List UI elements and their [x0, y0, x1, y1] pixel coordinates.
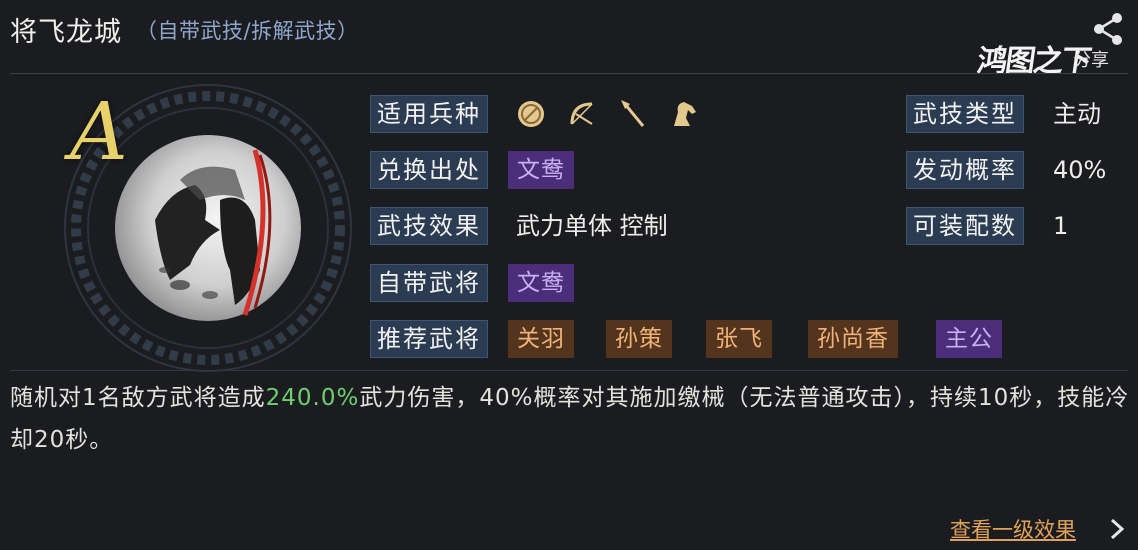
skill-title: 将飞龙城 — [10, 17, 122, 48]
skill-subtitle: （自带武技/拆解武技） — [136, 19, 359, 43]
trigger-rate-label: 发动概率 — [906, 151, 1024, 189]
own-general-chip[interactable]: 文鸯 — [508, 264, 574, 302]
recommend-general-chip[interactable]: 张飞 — [706, 320, 772, 358]
skill-type-label: 武技类型 — [906, 95, 1024, 133]
section-divider — [10, 370, 1128, 371]
damage-highlight: 240.0% — [265, 385, 360, 411]
recommend-general-chip[interactable]: 孙策 — [606, 320, 672, 358]
horse-icon — [674, 102, 696, 126]
view-level1-effect-link[interactable]: 查看一级效果 — [950, 514, 1076, 544]
skill-grade: A — [70, 85, 128, 178]
effect-value: 武力单体 控制 — [516, 212, 668, 240]
source-general-chip[interactable]: 文鸯 — [508, 151, 574, 189]
skill-description: 随机对1名敌方武将造成240.0%武力伤害，40%概率对其施加缴械（无法普通攻击… — [10, 377, 1130, 461]
skill-type-value: 主动 — [1053, 100, 1101, 128]
chevron-right-icon[interactable] — [1108, 518, 1126, 540]
bow-icon — [570, 102, 593, 125]
header: 将飞龙城 （自带武技/拆解武技） 鸿图之下 分享 — [0, 0, 1138, 79]
recommend-general-chip[interactable]: 关羽 — [508, 320, 574, 358]
share-label[interactable]: 分享 — [1073, 46, 1109, 72]
share-icon[interactable] — [1090, 10, 1126, 48]
troop-types-label: 适用兵种 — [370, 95, 488, 133]
source-label: 兑换出处 — [370, 151, 488, 189]
effect-label: 武技效果 — [370, 207, 488, 245]
description-text: 随机对1名敌方武将造成 — [10, 385, 266, 411]
recommend-label: 推荐武将 — [370, 320, 488, 358]
trigger-rate-value: 40% — [1053, 156, 1107, 184]
header-divider — [10, 73, 1128, 74]
equip-count-value: 1 — [1053, 212, 1069, 240]
recommend-general-chip[interactable]: 主公 — [936, 320, 1002, 358]
own-general-label: 自带武将 — [370, 264, 488, 302]
equip-count-label: 可装配数 — [906, 207, 1024, 245]
recommend-general-chip[interactable]: 孙尚香 — [808, 320, 898, 358]
spear-icon — [621, 100, 645, 127]
shield-icon — [518, 101, 544, 127]
